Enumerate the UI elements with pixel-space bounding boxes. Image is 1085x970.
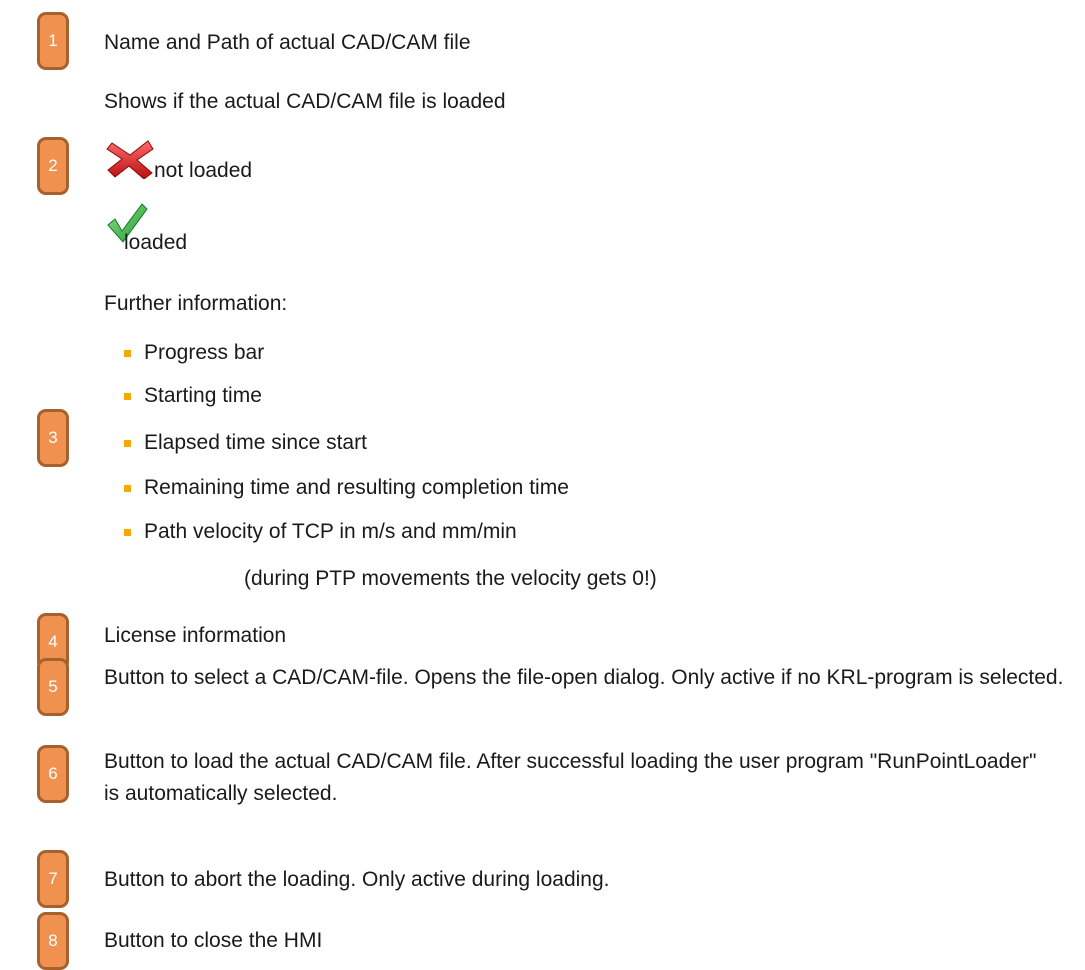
item-number-badge-2: 2 [37, 137, 69, 195]
item-description-1: Name and Path of actual CAD/CAM file [104, 31, 471, 54]
velocity-note: (during PTP movements the velocity gets … [244, 567, 657, 590]
item-number-badge-6: 6 [37, 745, 69, 803]
item-number: 5 [48, 677, 58, 696]
item-number-badge-8: 8 [37, 912, 69, 970]
item-number-badge-1: 1 [37, 12, 69, 70]
bullet-marker [124, 440, 131, 447]
item-description-4: License information [104, 624, 287, 647]
item-number: 6 [48, 764, 58, 783]
item-number: 4 [48, 632, 58, 651]
bullet-item: Remaining time and resulting completion … [144, 476, 569, 499]
bullet-marker [124, 393, 131, 400]
item-description-8: Button to close the HMI [104, 929, 323, 952]
item-description-7: Button to abort the loading. Only active… [104, 868, 610, 891]
item-description-5: Button to select a CAD/CAM-file. Opens t… [104, 666, 1064, 689]
item-number-badge-5: 5 [37, 658, 69, 716]
item-description-3: Further information: [104, 292, 288, 315]
item-number: 2 [48, 156, 58, 175]
item-number-badge-7: 7 [37, 850, 69, 908]
item-number: 8 [48, 931, 58, 950]
item-description-6: Button to load the actual CAD/CAM file. … [104, 750, 1037, 805]
status-loaded-label: loaded [124, 231, 188, 254]
bullet-item: Starting time [144, 384, 262, 407]
item-description-2: Shows if the actual CAD/CAM file is load… [104, 90, 506, 113]
status-not-loaded-label: not loaded [154, 159, 253, 182]
bullet-item: Elapsed time since start [144, 431, 367, 454]
item-number: 7 [48, 869, 58, 888]
bullet-item: Path velocity of TCP in m/s and mm/min [144, 520, 517, 543]
bullet-marker [124, 485, 131, 492]
item-number: 3 [48, 428, 58, 447]
item-number-badge-3: 3 [37, 409, 69, 467]
bullet-item: Progress bar [144, 341, 265, 364]
red-x-icon [106, 140, 154, 179]
item-number: 1 [48, 31, 58, 50]
bullet-marker [124, 350, 131, 357]
bullet-marker [124, 529, 131, 536]
